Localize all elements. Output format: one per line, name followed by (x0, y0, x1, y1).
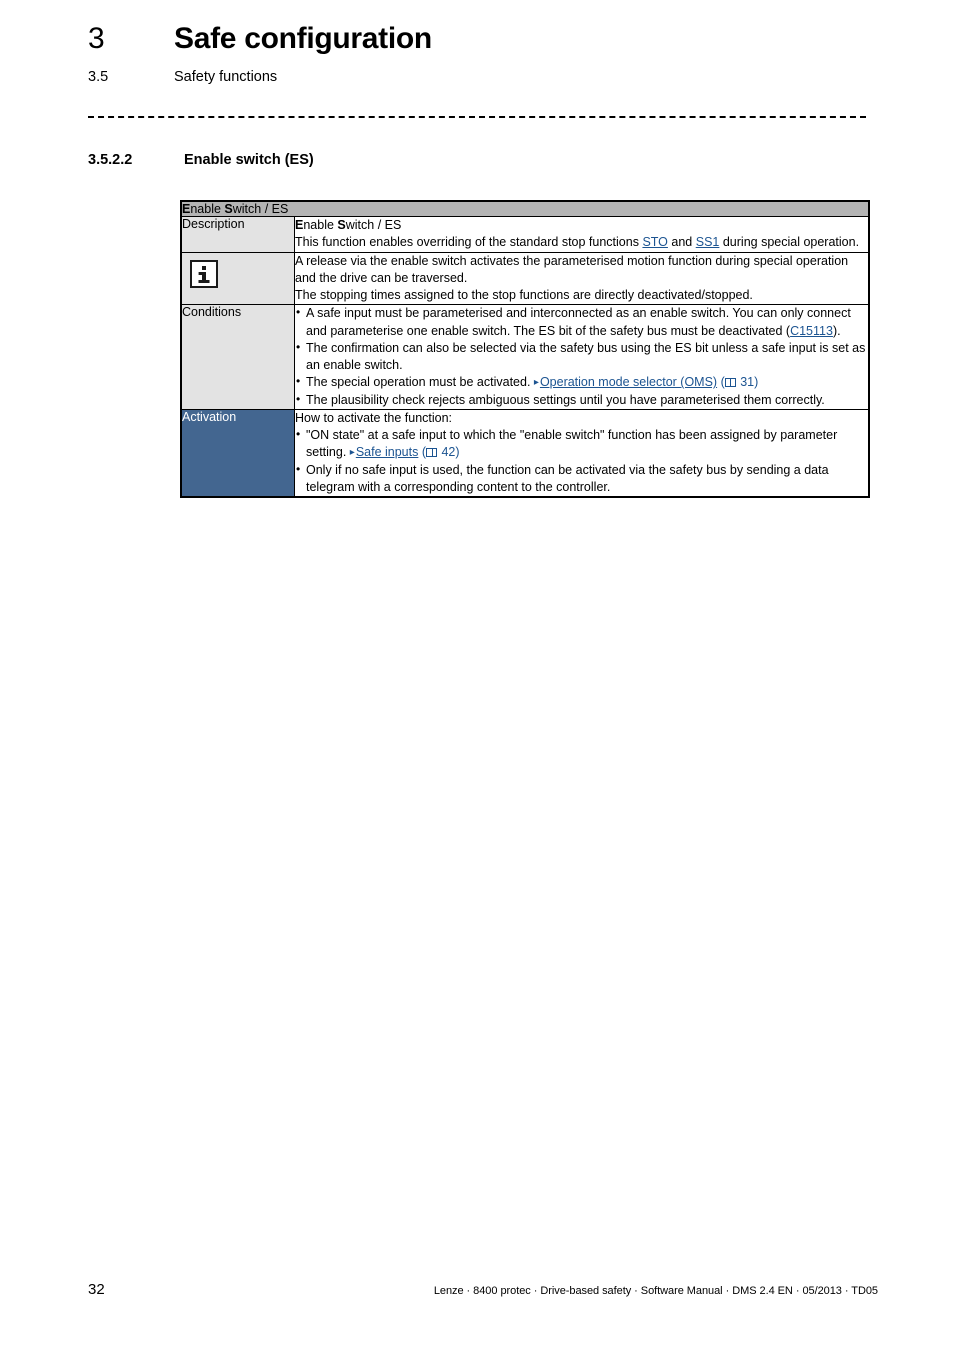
caption-bold-s: S (224, 202, 233, 216)
subsection-number: 3.5.2.2 (88, 152, 133, 168)
info-icon (190, 259, 218, 288)
section-title: Safety functions (174, 69, 278, 85)
row-label-note-icon (181, 251, 295, 306)
link-ss1[interactable]: SS1 (696, 235, 720, 249)
chapter-line: 3 Safe configuration (88, 22, 878, 62)
subsection-heading: 3.5.2.2 Enable switch (ES) (88, 152, 314, 168)
table-caption-cell: Enable Switch / ES (181, 201, 869, 217)
activation-list: "ON state" at a safe input to which the … (295, 426, 868, 497)
table-row-description: Description Enable Switch / ES This func… (181, 216, 869, 253)
crossref-oms[interactable]: ▸Operation mode selector (OMS) ( 31) (534, 375, 758, 389)
page-number: 32 (88, 1281, 105, 1298)
table-row-conditions: Conditions A safe input must be paramete… (181, 304, 869, 410)
note-line-1: A release via the enable switch activate… (295, 253, 849, 285)
section-number: 3.5 (88, 69, 109, 85)
conditions-list: A safe input must be parameterised and i… (295, 304, 868, 409)
running-header: 3 Safe configuration 3.5 Safety function… (88, 22, 878, 85)
link-c15113[interactable]: C15113 (790, 324, 833, 338)
row-body-conditions: A safe input must be parameterised and i… (294, 304, 869, 410)
oms-pageref: ( 31) (717, 375, 759, 390)
info-icon-base (198, 279, 210, 283)
list-item: The confirmation can also be selected vi… (295, 339, 868, 375)
list-item: Only if no safe input is used, the funct… (295, 461, 868, 497)
footer-imprint: Lenze · 8400 protec · Drive-based safety… (433, 1285, 878, 1297)
description-text: This function enables overriding of the … (295, 234, 868, 251)
list-item: The special operation must be activated.… (295, 373, 868, 391)
cond-3-text: The special operation must be activated. (306, 375, 534, 390)
info-icon-dot (202, 265, 206, 270)
function-description-table: Enable Switch / ES Description Enable Sw… (180, 200, 870, 498)
desc-text-b: and (667, 235, 696, 250)
cond-2-text: The confirmation can also be selected vi… (306, 340, 866, 372)
cond-1-text-b: ). (832, 323, 841, 338)
book-icon (724, 378, 736, 388)
list-item: A safe input must be parameterised and i… (295, 304, 868, 340)
chapter-number: 3 (88, 22, 105, 55)
list-item: "ON state" at a safe input to which the … (295, 426, 868, 462)
act-2-text: Only if no safe input is used, the funct… (306, 462, 829, 494)
row-body-description: Enable Switch / ES This function enables… (294, 216, 869, 253)
link-sto[interactable]: STO (642, 235, 667, 249)
link-safe-inputs[interactable]: Safe inputs (356, 445, 419, 459)
activation-intro: How to activate the function: (295, 410, 453, 425)
table-row-note: A release via the enable switch activate… (181, 251, 869, 306)
triangle-right-icon: ▸ (349, 447, 355, 459)
cond-4-text: The plausibility check rejects ambiguous… (306, 392, 825, 407)
row-label-description: Description (181, 216, 295, 253)
triangle-right-icon: ▸ (533, 377, 539, 389)
safe-inputs-pageref: ( 42) (418, 445, 460, 460)
note-line-2: The stopping times assigned to the stop … (295, 288, 753, 302)
chapter-title: Safe configuration (174, 22, 432, 55)
header-divider (88, 116, 866, 118)
list-item: The plausibility check rejects ambiguous… (295, 390, 868, 409)
subsection-title: Enable switch (ES) (184, 152, 314, 168)
caption-text-1: nable (190, 202, 225, 216)
description-heading: Enable Switch / ES (295, 218, 402, 232)
link-operation-mode-selector[interactable]: Operation mode selector (OMS) (540, 375, 717, 389)
safe-inputs-page-number: 42 (441, 445, 456, 460)
row-body-activation: How to activate the function: "ON state"… (294, 408, 869, 498)
table-row-activation: Activation How to activate the function:… (181, 408, 869, 498)
crossref-safe-inputs[interactable]: ▸Safe inputs ( 42) (350, 445, 460, 459)
book-icon (426, 448, 437, 458)
cond-1-text-a: A safe input must be parameterised and i… (306, 306, 851, 338)
caption-text-2: witch / ES (232, 202, 289, 216)
page-footer: 32 Lenze · 8400 protec · Drive-based saf… (88, 1281, 878, 1298)
section-line: 3.5 Safety functions (88, 69, 878, 85)
document-page: 3 Safe configuration 3.5 Safety function… (0, 0, 954, 1350)
row-label-conditions: Conditions (181, 304, 295, 410)
table-header-row: Enable Switch / ES (181, 201, 869, 217)
row-body-note: A release via the enable switch activate… (294, 251, 869, 306)
desc-text-c: during special operation. (719, 235, 860, 250)
desc-text-a: This function enables overriding of the … (295, 235, 643, 250)
row-label-activation: Activation (181, 408, 295, 498)
oms-page-number: 31 (740, 375, 755, 390)
